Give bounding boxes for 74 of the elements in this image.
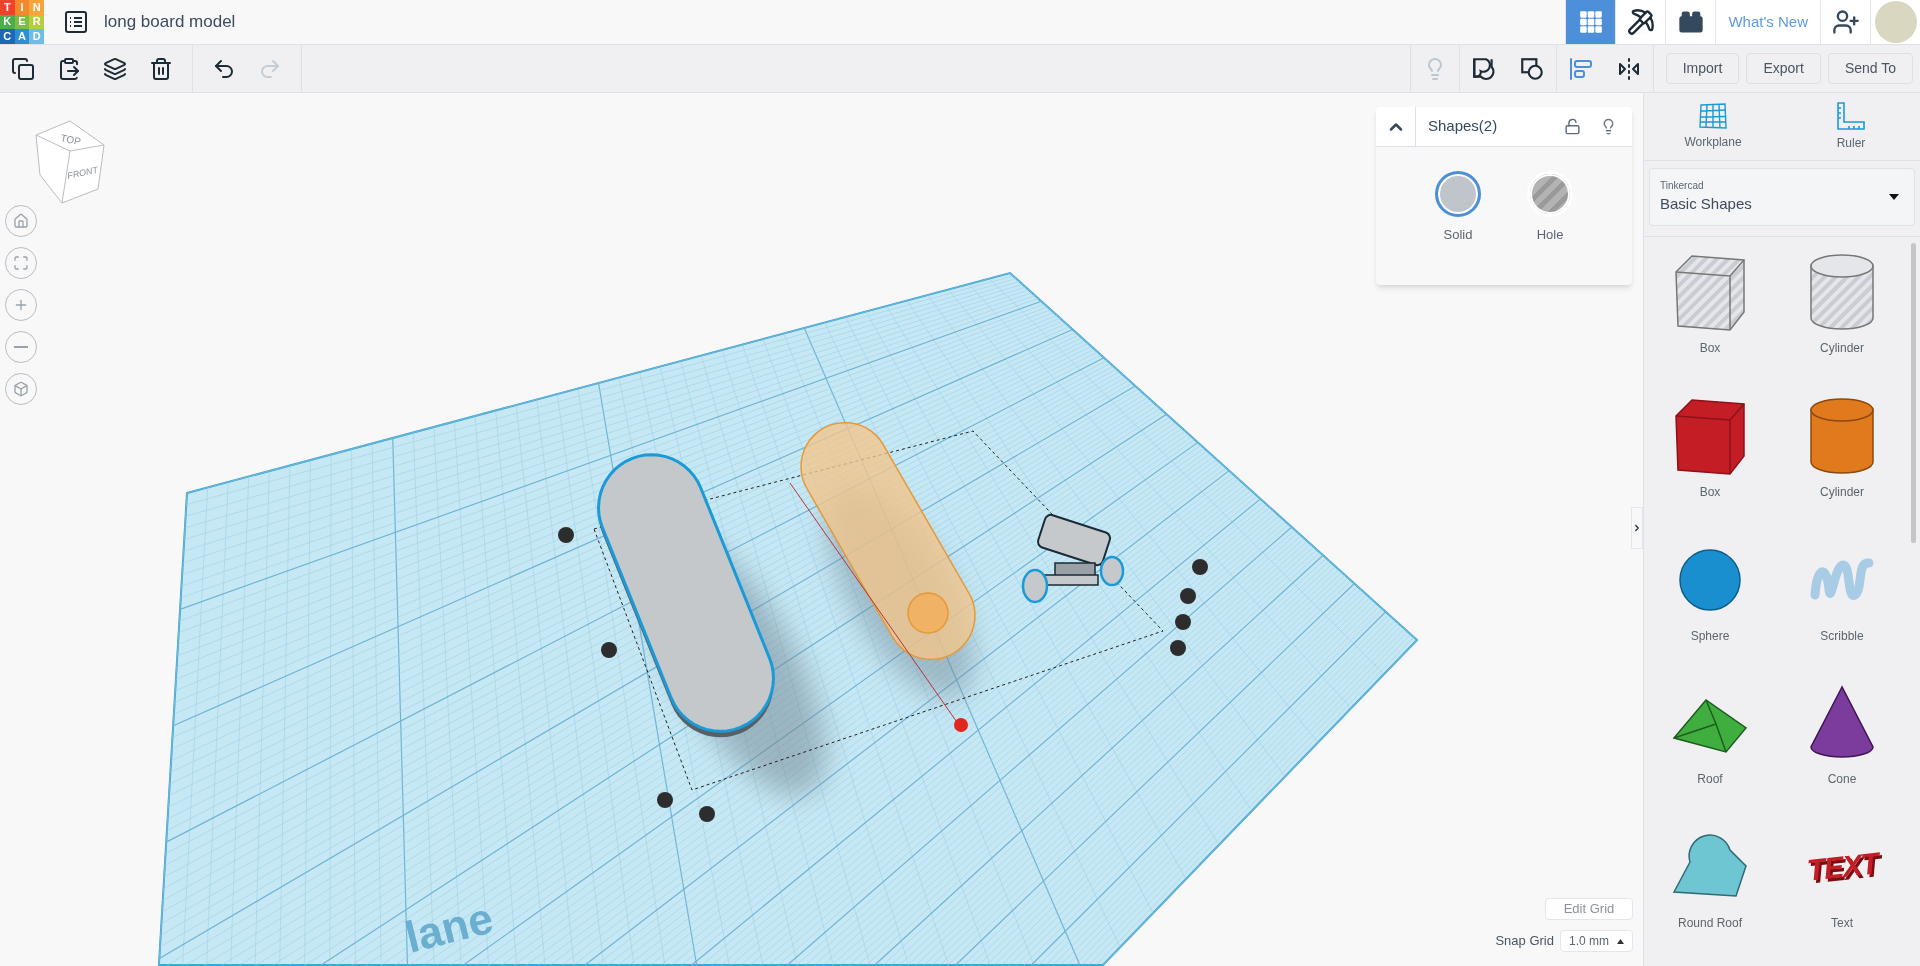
unlock-icon (1563, 118, 1581, 135)
workplane-label: lane (400, 892, 498, 962)
snap-grid-label: Snap Grid (1495, 932, 1554, 951)
mirror-icon (1616, 56, 1641, 81)
hole-option[interactable]: Hole (1527, 171, 1573, 245)
caret-down-icon (1889, 194, 1899, 200)
truck-shape[interactable] (1021, 512, 1125, 604)
caret-up-icon (1617, 938, 1624, 944)
shape-library-item[interactable]: Sphere (1644, 534, 1776, 674)
solid-option[interactable]: Solid (1435, 171, 1481, 245)
trash-icon (149, 56, 173, 81)
solid-swatch (1435, 171, 1481, 217)
pickaxe-nav-button[interactable] (1615, 0, 1666, 44)
copy-icon (11, 56, 35, 81)
shape-library-item[interactable]: TEXT Text (1776, 822, 1908, 962)
ruler-tool-button[interactable]: Ruler (1782, 93, 1920, 160)
library-dropdown[interactable]: Tinkercad Basic Shapes (1649, 168, 1915, 226)
whats-new-link[interactable]: What's New (1715, 0, 1820, 44)
library-provider: Tinkercad (1660, 179, 1705, 194)
toolbar-action-button[interactable]: Import (1665, 53, 1740, 84)
workplane-grid-icon (1698, 102, 1728, 129)
scrollbar[interactable] (1911, 243, 1916, 543)
shape-library-item[interactable]: Round Roof (1644, 822, 1776, 962)
add-user-nav-button[interactable] (1820, 0, 1870, 44)
pickaxe-icon (1626, 8, 1655, 36)
logo-letter: T (0, 0, 15, 15)
panel-collapse-tab[interactable] (1631, 507, 1643, 549)
toolbar-action-button[interactable]: Export (1746, 53, 1821, 84)
workplane-tool-button[interactable]: Workplane (1644, 93, 1782, 160)
shape-library-item[interactable]: Cylinder (1776, 390, 1908, 530)
shape-library-item[interactable]: Cone (1776, 678, 1908, 818)
cube-icon (13, 381, 29, 397)
edit-grid-button[interactable]: Edit Grid (1545, 898, 1633, 920)
grid-icon (1577, 9, 1604, 35)
group-icon (1470, 55, 1497, 82)
library-name: Basic Shapes (1660, 194, 1752, 215)
bricks-nav-button[interactable] (1665, 0, 1716, 44)
logo-letter: D (29, 29, 44, 44)
toolbar-action-button[interactable]: Send To (1827, 53, 1913, 84)
text-shape-drawing: TEXT (1805, 848, 1879, 886)
shape-library-item[interactable]: Box (1644, 390, 1776, 530)
logo-letter: N (29, 0, 44, 15)
add-user-icon (1831, 8, 1860, 36)
design-title[interactable]: long board model (104, 9, 236, 35)
resize-handle[interactable] (601, 642, 617, 658)
list-icon (65, 11, 87, 33)
resize-handle[interactable] (1192, 559, 1208, 575)
resize-handle[interactable] (699, 806, 715, 822)
shape-library-item[interactable]: Roof (1644, 678, 1776, 818)
chevron-right-icon (1632, 522, 1642, 534)
app-logo[interactable]: T I N K E R C A D (0, 0, 44, 44)
fit-view-icon (13, 255, 29, 271)
shape-library-item[interactable]: Box (1644, 247, 1776, 386)
duplicate-icon (103, 56, 127, 81)
photo-placeholder (1874, 1, 1917, 43)
snap-grid-select[interactable]: 1.0 mm (1560, 930, 1633, 952)
zoom-in-icon (13, 297, 29, 313)
ungroup-icon (1518, 55, 1545, 82)
logo-letter: C (0, 29, 15, 44)
center-handle[interactable] (954, 718, 968, 732)
resize-handle[interactable] (1175, 614, 1191, 630)
paste-icon (57, 56, 81, 81)
resize-handle[interactable] (657, 792, 673, 808)
align-icon (1568, 56, 1593, 81)
shape-library-item[interactable]: Cylinder (1776, 247, 1908, 386)
home-icon (13, 213, 29, 229)
shape-library-item[interactable]: Scribble (1776, 534, 1908, 674)
view-cube[interactable]: TOP FRONT (35, 120, 105, 204)
ruler-icon (1836, 101, 1866, 130)
resize-handle[interactable] (1180, 588, 1196, 604)
inspector-title: Shapes(2) (1428, 116, 1498, 137)
resize-handle[interactable] (1170, 640, 1186, 656)
striped-swatch (1527, 171, 1573, 217)
resize-handle[interactable] (558, 527, 574, 543)
